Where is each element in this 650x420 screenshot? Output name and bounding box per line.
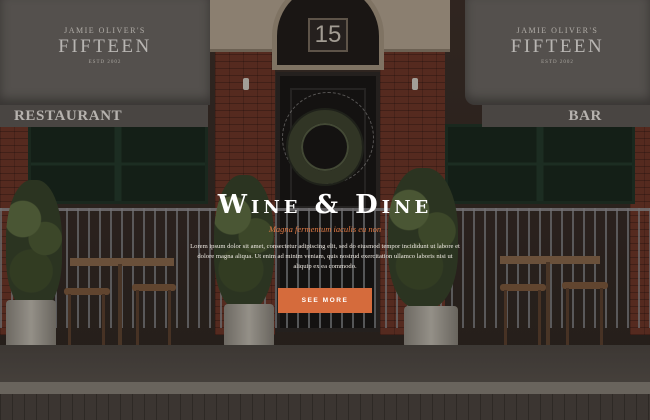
see-more-button[interactable]: SEE MORE: [278, 288, 372, 313]
hero-description: Lorem ipsum dolor sit amet, consectetur …: [190, 243, 460, 270]
hero-heading: Wine & Dine: [217, 190, 433, 220]
hero-subheading: Magna fermentum iaculis eu non: [268, 224, 382, 234]
hero-section: 15 JAMIE OLIVER'S FIFTEEN ESTD 2002 REST…: [0, 0, 650, 420]
hero-content: Wine & Dine Magna fermentum iaculis eu n…: [0, 188, 650, 313]
